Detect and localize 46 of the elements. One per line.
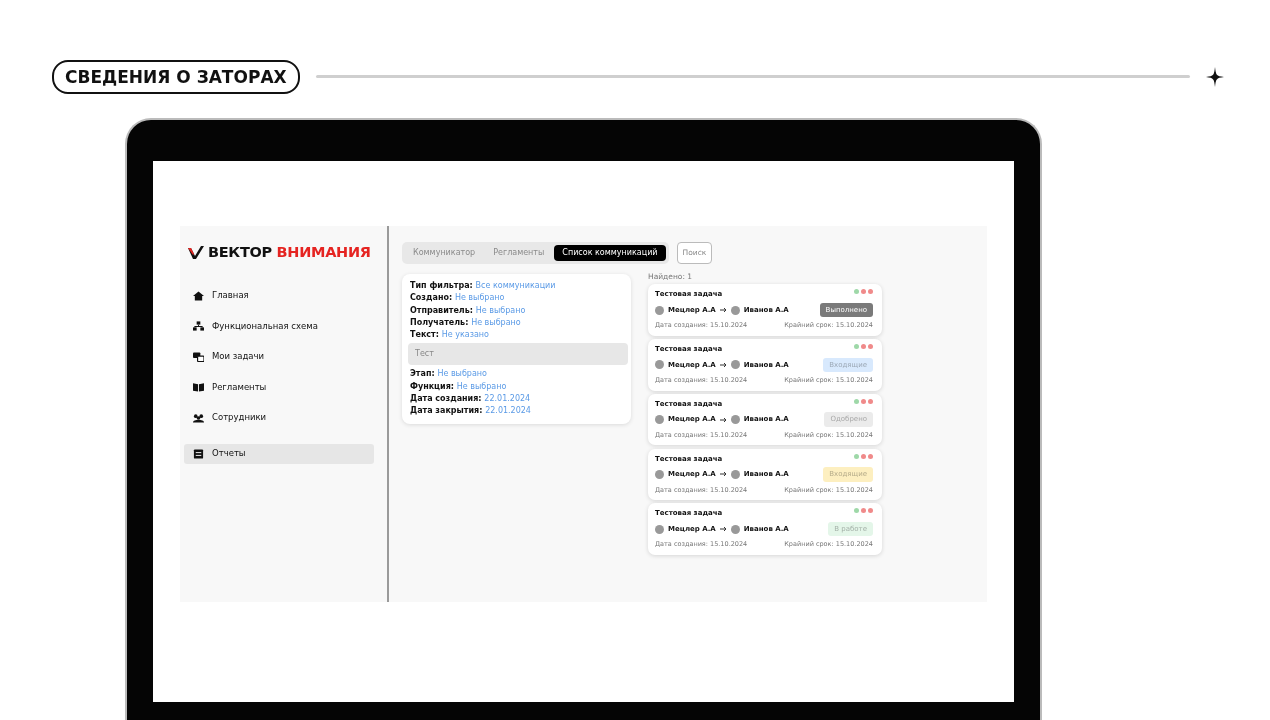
avatar xyxy=(730,305,740,315)
sidebar-item[interactable]: Регламенты xyxy=(184,377,374,398)
avatar xyxy=(730,469,740,479)
report-icon xyxy=(193,448,204,459)
avatar xyxy=(655,469,664,479)
avatar xyxy=(655,360,664,370)
arrow-icon xyxy=(719,526,727,533)
avatar xyxy=(730,415,740,425)
book-icon xyxy=(193,382,204,393)
avatar xyxy=(655,305,664,315)
filter-row-text: Создано: Не выбрано xyxy=(410,292,506,305)
filter-row-text: Текст: Не указано xyxy=(410,329,490,342)
arrow-icon xyxy=(719,307,727,313)
filter-row-text: Тип фильтра: Все коммуникации xyxy=(410,280,557,292)
avatar xyxy=(730,524,740,534)
filter-row-text: Получатель: Не выбрано xyxy=(410,316,522,329)
filter-row-text: Отправитель: Не выбрано xyxy=(410,304,527,317)
sidebar-item[interactable]: Мои задачи xyxy=(184,346,374,367)
home-icon xyxy=(193,290,204,301)
sidebar-item[interactable]: Отчеты xyxy=(184,443,374,464)
status-dots-icon xyxy=(854,453,873,459)
arrow-icon xyxy=(719,361,727,368)
avatar xyxy=(655,524,664,534)
status-dots-icon xyxy=(854,344,873,350)
status-dots-icon xyxy=(854,398,873,404)
sidebar-item[interactable]: Функциональная схема xyxy=(184,316,374,337)
filter-row-text: Дата закрытия: 22.01.2024 xyxy=(410,405,532,418)
avatar xyxy=(730,360,740,370)
sidebar-item[interactable]: Главная xyxy=(184,285,374,306)
filter-row-text: Этап: Не выбрано xyxy=(410,368,488,381)
text-input-field[interactable]: Тест xyxy=(408,343,628,366)
chat-icon xyxy=(193,351,204,362)
status-dots-icon xyxy=(854,508,873,514)
arrow-icon xyxy=(719,416,727,423)
app-logo-text: ВЕКТОР ВНИМАНИЯ xyxy=(208,243,371,262)
status-dots-icon xyxy=(854,289,873,295)
people-icon xyxy=(193,412,204,423)
arrow-icon xyxy=(719,471,727,478)
hierarchy-icon xyxy=(193,321,204,332)
filter-row-text: Дата создания: 22.01.2024 xyxy=(410,393,532,406)
checkmark-logo-icon xyxy=(188,246,204,260)
slide-title: СВЕДЕНИЯ О ЗАТОРАХ xyxy=(52,59,300,94)
sidebar-item[interactable]: Сотрудники xyxy=(184,407,374,428)
avatar xyxy=(655,415,664,425)
tab[interactable]: Список коммуникаций xyxy=(554,245,666,261)
filter-row-text: Функция: Не выбрано xyxy=(410,380,508,393)
